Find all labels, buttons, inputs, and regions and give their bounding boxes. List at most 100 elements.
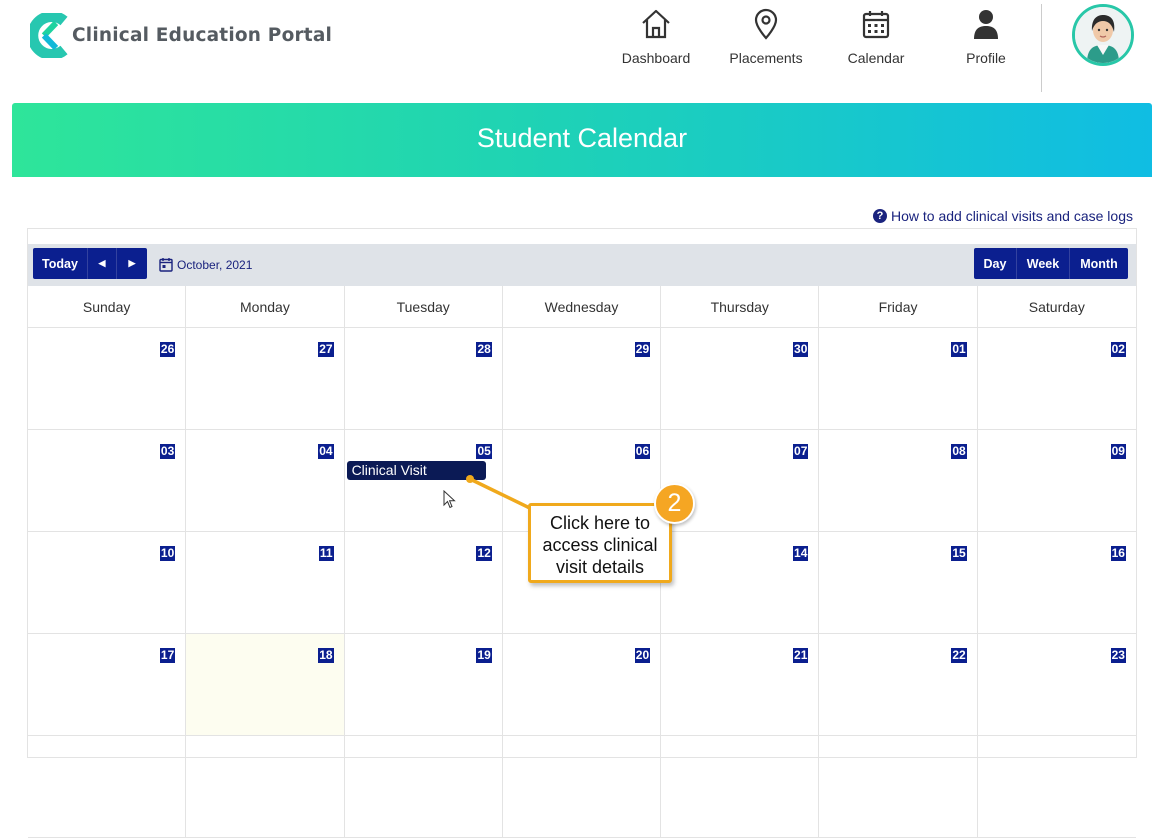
- calendar-icon: [862, 11, 890, 39]
- day-number: 06: [634, 444, 651, 459]
- day-cell[interactable]: 28: [345, 328, 503, 429]
- nav-calendar[interactable]: Calendar: [826, 8, 926, 72]
- day-cell[interactable]: 27: [186, 328, 345, 429]
- day-number: 30: [793, 342, 809, 357]
- clinical-visit-event[interactable]: Clinical Visit: [346, 461, 486, 480]
- weekday-header: Sunday: [28, 286, 187, 327]
- day-cell[interactable]: 15: [819, 532, 978, 633]
- day-cell[interactable]: 23: [978, 634, 1136, 735]
- today-button[interactable]: Today: [33, 248, 88, 279]
- nav-dashboard[interactable]: Dashboard: [606, 8, 706, 72]
- nav-divider: [1041, 4, 1042, 92]
- weekday-header-row: Sunday Monday Tuesday Wednesday Thursday…: [28, 286, 1136, 328]
- day-cell[interactable]: 08: [819, 430, 978, 531]
- nav-profile[interactable]: Profile: [936, 8, 1036, 72]
- day-cell[interactable]: 17: [28, 634, 187, 735]
- day-cell[interactable]: 14: [661, 532, 820, 633]
- app-title[interactable]: Clinical Education Portal: [72, 25, 332, 46]
- day-cell-today[interactable]: 18: [186, 634, 345, 735]
- weekday-header: Wednesday: [503, 286, 662, 327]
- avatar-image-icon: [1075, 7, 1131, 63]
- nav-placements[interactable]: Placements: [716, 8, 816, 72]
- nav-profile-label: Profile: [966, 50, 1006, 66]
- home-icon: [642, 9, 670, 39]
- day-cell[interactable]: [978, 736, 1136, 837]
- day-number: 03: [159, 444, 176, 459]
- day-cell[interactable]: [503, 736, 662, 837]
- day-number: 02: [1110, 342, 1126, 357]
- map-pin-icon: [754, 8, 778, 40]
- day-number: 22: [951, 648, 967, 663]
- day-number: 18: [318, 648, 334, 663]
- avatar[interactable]: [1072, 4, 1134, 66]
- calendar: Today ◀ ▶ October, 2021 Day Week Month S…: [27, 228, 1137, 838]
- portal-logo[interactable]: [30, 13, 72, 58]
- day-cell[interactable]: 29: [503, 328, 662, 429]
- day-number: 20: [634, 648, 651, 663]
- day-number: 15: [951, 546, 967, 561]
- day-cell[interactable]: [186, 736, 345, 837]
- day-number: 16: [1110, 546, 1126, 561]
- day-cell[interactable]: [661, 736, 820, 837]
- day-number: 08: [951, 444, 967, 459]
- day-cell[interactable]: 21: [661, 634, 820, 735]
- day-cell[interactable]: 02: [978, 328, 1136, 429]
- day-number: 29: [634, 342, 651, 357]
- day-cell[interactable]: 04: [186, 430, 345, 531]
- prev-button[interactable]: ◀: [88, 248, 117, 279]
- view-month-button[interactable]: Month: [1070, 248, 1128, 279]
- day-cell[interactable]: 22: [819, 634, 978, 735]
- weekday-header: Thursday: [661, 286, 820, 327]
- day-number: 11: [318, 546, 334, 561]
- callout-text-line: access clinical: [542, 535, 658, 555]
- day-number: 09: [1110, 444, 1126, 459]
- day-cell[interactable]: 05 Clinical Visit: [345, 430, 503, 531]
- day-number: 28: [476, 342, 492, 357]
- day-cell[interactable]: 11: [186, 532, 345, 633]
- user-icon: [974, 10, 998, 39]
- day-number: 19: [476, 648, 492, 663]
- day-cell[interactable]: 09: [978, 430, 1136, 531]
- mouse-cursor-icon: [443, 490, 456, 509]
- day-number: 10: [159, 546, 176, 561]
- help-link[interactable]: ? How to add clinical visits and case lo…: [872, 208, 1133, 224]
- day-number: 23: [1110, 648, 1126, 663]
- day-cell[interactable]: 19: [345, 634, 503, 735]
- day-cell[interactable]: 26: [28, 328, 187, 429]
- calendar-small-icon: [159, 258, 173, 272]
- day-number: 07: [793, 444, 809, 459]
- day-cell[interactable]: 03: [28, 430, 187, 531]
- day-cell[interactable]: 16: [978, 532, 1136, 633]
- day-number: 14: [793, 546, 809, 561]
- day-number: 01: [951, 342, 967, 357]
- weekday-header: Tuesday: [345, 286, 503, 327]
- view-button-group: Day Week Month: [974, 248, 1128, 279]
- day-cell[interactable]: 30: [661, 328, 820, 429]
- day-number: 05: [476, 444, 492, 459]
- callout-text-line: Click here to: [549, 513, 651, 533]
- navigation-button-group: Today ◀ ▶: [33, 248, 147, 279]
- week-row: 26 27 28 29 30 01 02: [28, 328, 1136, 430]
- nav-dashboard-label: Dashboard: [621, 50, 691, 66]
- day-cell[interactable]: [28, 736, 187, 837]
- current-period-label: October, 2021: [177, 257, 253, 272]
- day-number: 27: [318, 342, 334, 357]
- day-number: 04: [318, 444, 334, 459]
- day-cell[interactable]: 01: [819, 328, 978, 429]
- view-week-button[interactable]: Week: [1017, 248, 1070, 279]
- week-row: 17 18 19 20 21 22 23: [28, 634, 1136, 736]
- day-cell[interactable]: 10: [28, 532, 187, 633]
- day-cell[interactable]: 12: [345, 532, 503, 633]
- day-number: 21: [793, 648, 809, 663]
- view-day-button[interactable]: Day: [974, 248, 1017, 279]
- page-banner: Student Calendar: [12, 103, 1152, 177]
- current-period[interactable]: October, 2021: [159, 257, 252, 272]
- day-number: 12: [476, 546, 492, 561]
- next-button[interactable]: ▶: [117, 248, 147, 279]
- weekday-header: Friday: [819, 286, 978, 327]
- day-cell[interactable]: [345, 736, 503, 837]
- nav-placements-label: Placements: [729, 50, 803, 66]
- weekday-header: Saturday: [1028, 299, 1085, 315]
- day-cell[interactable]: 20: [503, 634, 662, 735]
- day-cell[interactable]: [819, 736, 978, 837]
